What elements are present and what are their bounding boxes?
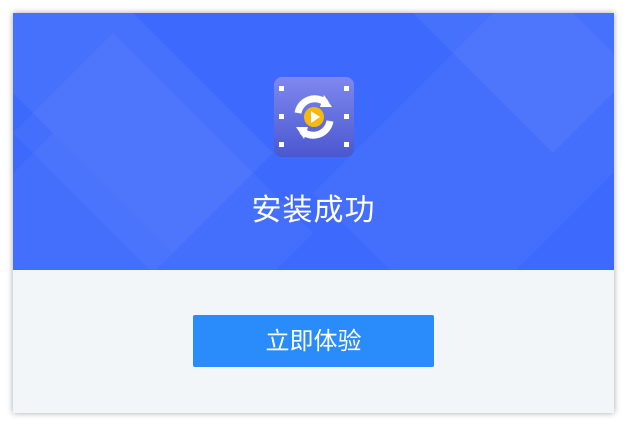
install-success-title: 安装成功 xyxy=(251,193,376,228)
film-reel-play-icon xyxy=(274,77,354,157)
try-now-button[interactable]: 立即体验 xyxy=(193,315,434,367)
install-success-dialog: 安装成功 立即体验 xyxy=(13,13,614,413)
hero-banner: 安装成功 xyxy=(13,13,614,270)
